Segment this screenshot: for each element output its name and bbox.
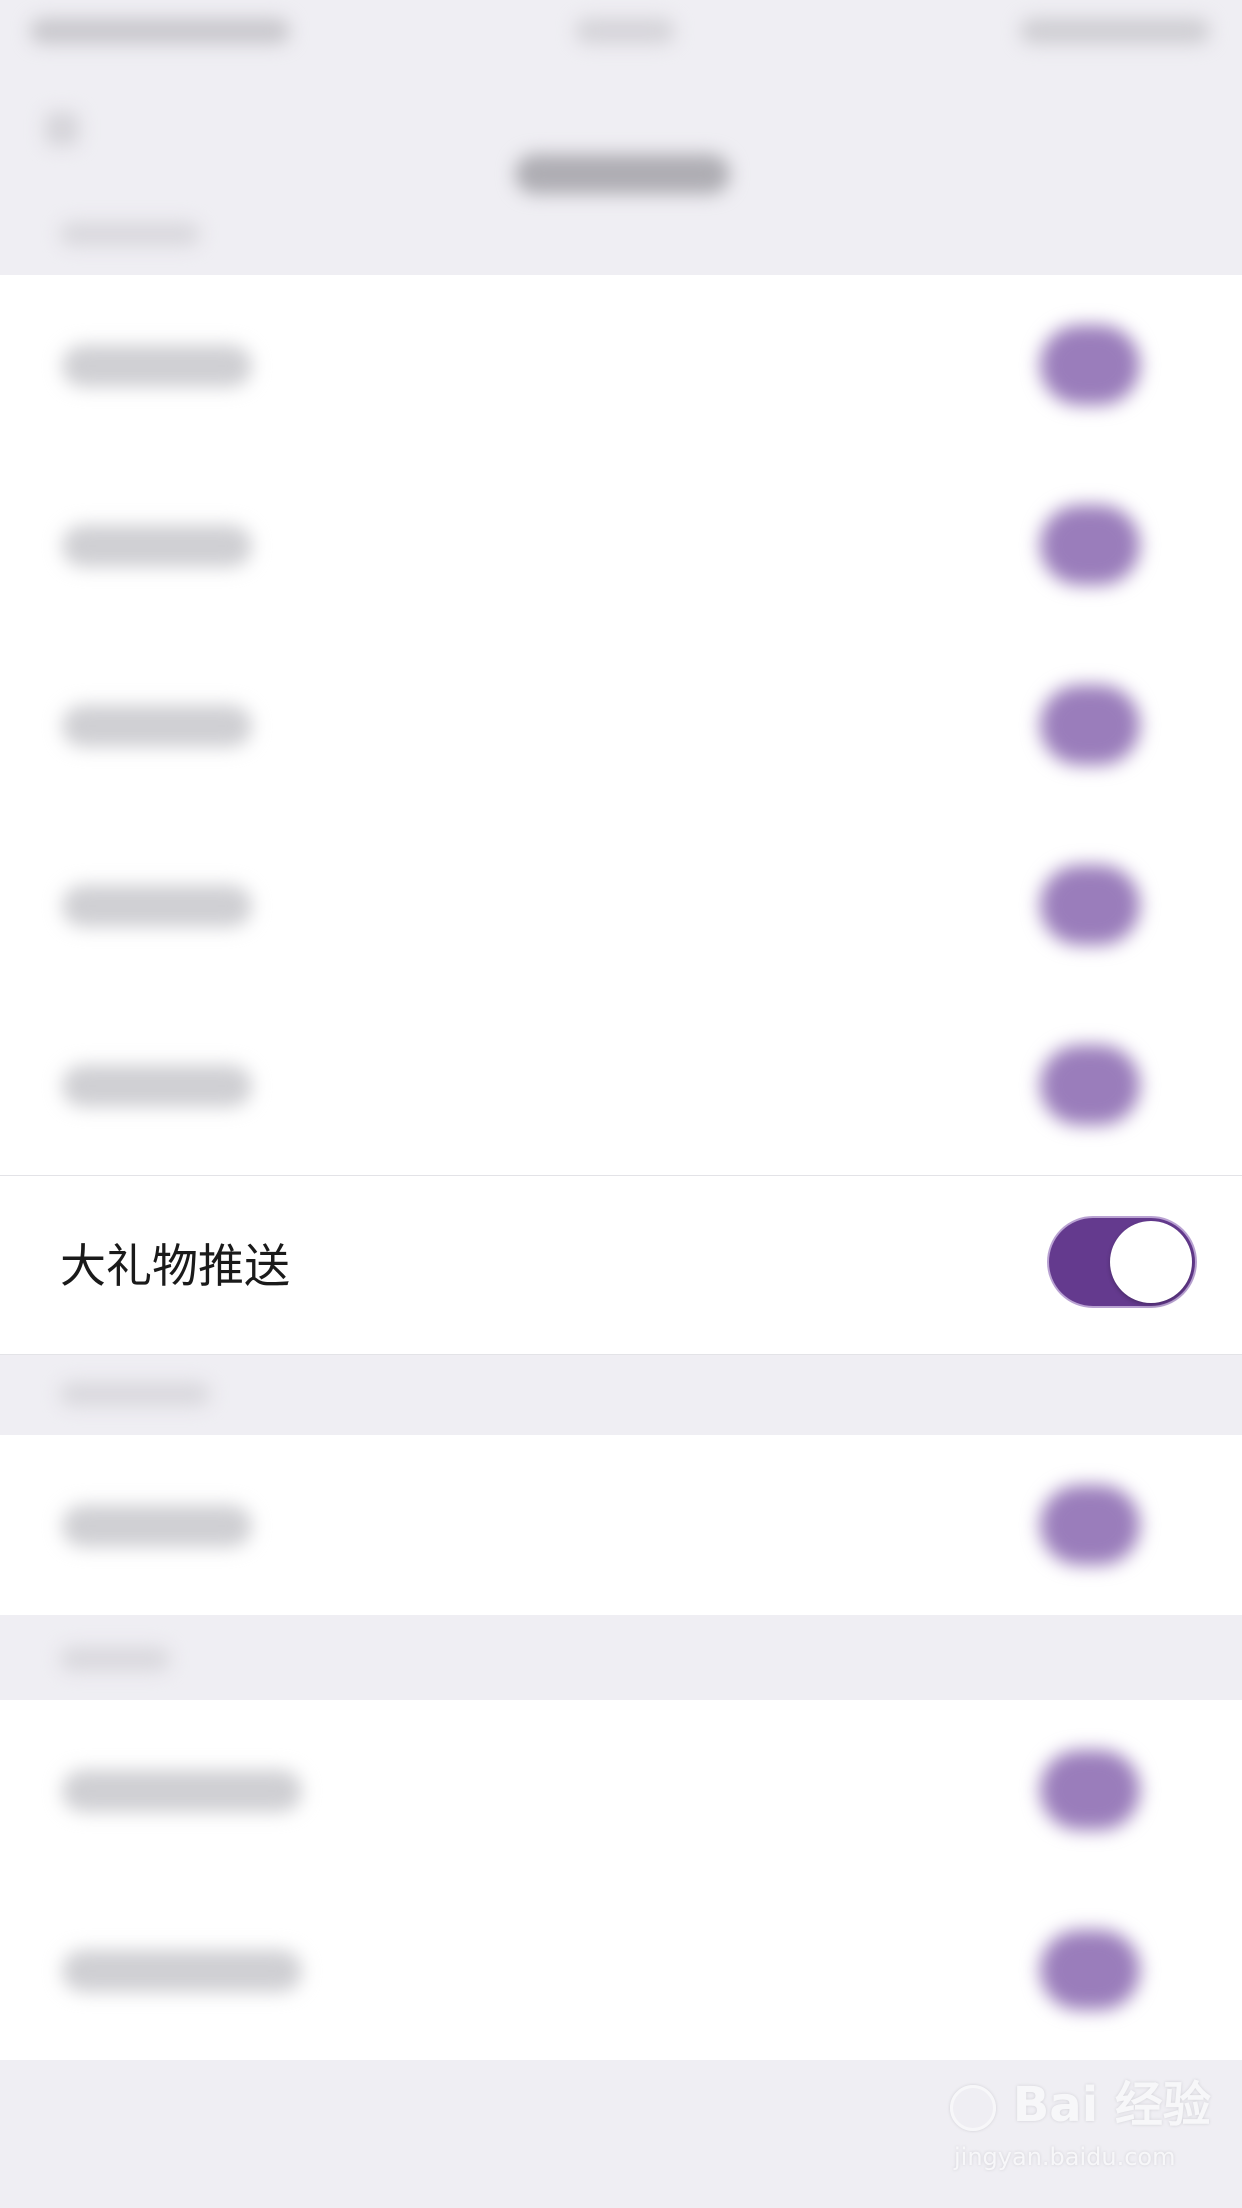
toggle-switch-blurred[interactable] <box>1040 865 1140 945</box>
status-bar-indicators <box>1020 18 1210 44</box>
status-bar-left <box>30 18 290 44</box>
toggle-switch-blurred[interactable] <box>1040 1930 1140 2010</box>
toggle-switch-blurred[interactable] <box>1040 1045 1140 1125</box>
settings-row-blurred[interactable] <box>0 1700 1242 1880</box>
paw-icon <box>950 2085 996 2131</box>
settings-row-blurred[interactable] <box>0 1435 1242 1615</box>
settings-group-2 <box>0 1435 1242 1615</box>
watermark-logo: Bai 经验 <box>950 2070 1211 2140</box>
toggle-switch-blurred[interactable] <box>1040 1750 1140 1830</box>
toggle-knob <box>1110 1221 1192 1303</box>
settings-row-blurred[interactable] <box>0 275 1242 455</box>
watermark-url: jingyan.baidu.com <box>954 2143 1176 2171</box>
section-header-1 <box>0 200 1242 270</box>
status-bar-time <box>575 18 675 44</box>
settings-row-blurred[interactable] <box>0 995 1242 1175</box>
back-icon[interactable] <box>45 112 79 146</box>
toggle-switch-blurred[interactable] <box>1040 325 1140 405</box>
toggle-switch-blurred[interactable] <box>1040 685 1140 765</box>
toggle-switch-blurred[interactable] <box>1040 1485 1140 1565</box>
toggle-switch-blurred[interactable] <box>1040 505 1140 585</box>
watermark-brand: Bai 经验 <box>1012 2077 1211 2133</box>
settings-row-blurred[interactable] <box>0 1880 1242 2060</box>
section-header-3 <box>0 1625 1242 1695</box>
status-bar <box>0 0 1242 62</box>
baidu-jingyan-watermark: Bai 经验 jingyan.baidu.com <box>950 2070 1211 2180</box>
settings-row-big-gift-push[interactable]: 大礼物推送 <box>0 1175 1242 1355</box>
setting-label: 大礼物推送 <box>60 1239 290 1293</box>
settings-row-blurred[interactable] <box>0 815 1242 995</box>
navigation-bar <box>0 62 1242 194</box>
settings-group-1 <box>0 275 1242 1175</box>
settings-row-blurred[interactable] <box>0 455 1242 635</box>
section-header-2 <box>0 1360 1242 1430</box>
settings-row-blurred[interactable] <box>0 635 1242 815</box>
toggle-switch[interactable] <box>1047 1216 1197 1308</box>
page-title <box>515 154 730 194</box>
settings-group-3 <box>0 1700 1242 2060</box>
